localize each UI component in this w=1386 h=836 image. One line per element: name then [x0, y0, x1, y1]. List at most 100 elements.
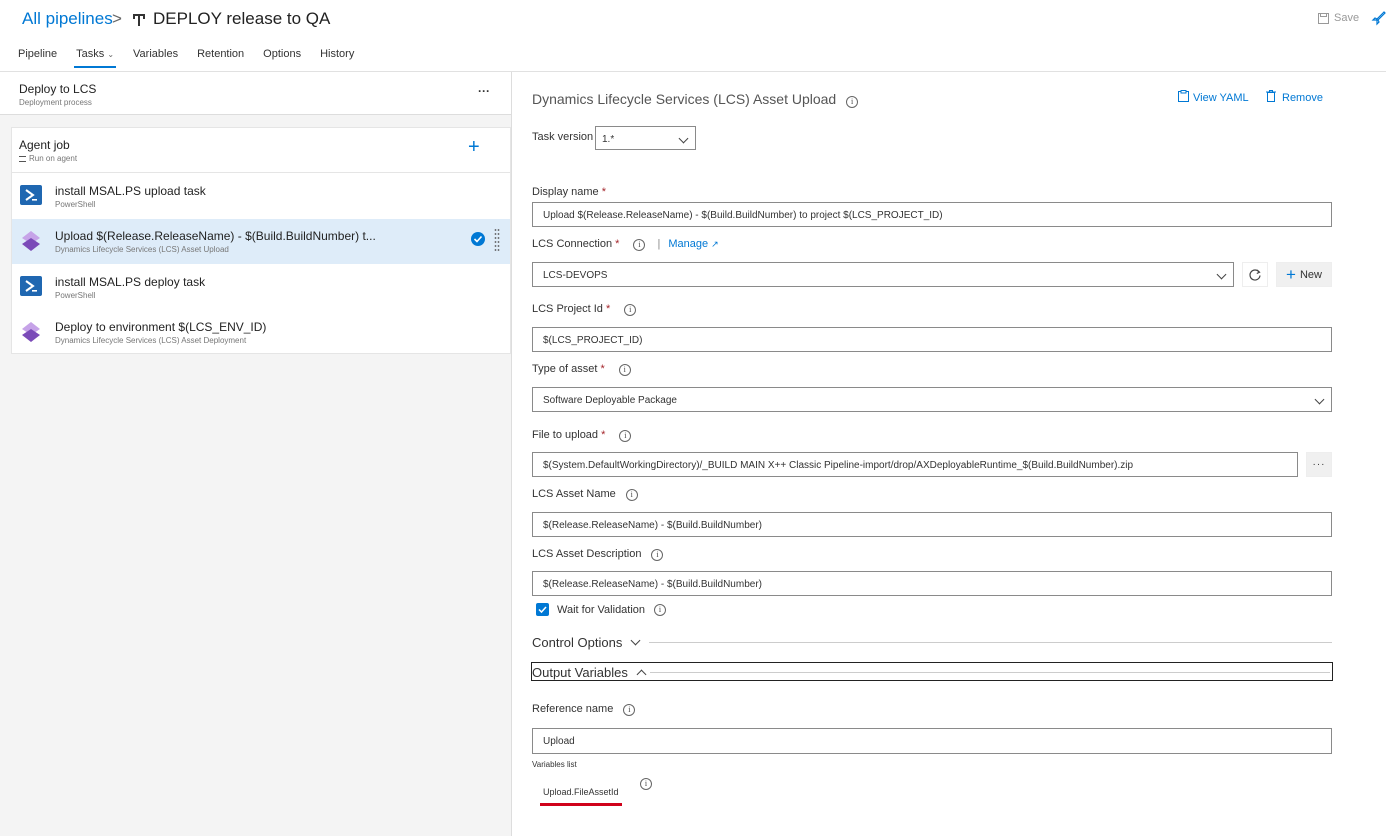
clipboard-icon [1178, 90, 1189, 102]
lcs-icon [22, 231, 40, 251]
agent-job-row[interactable]: Agent job Run on agent + [12, 128, 510, 173]
project-id-label-text: LCS Project Id [532, 303, 603, 315]
variable-item: Upload.FileAssetId [543, 787, 619, 797]
wait-validation-checkbox[interactable]: Wait for Validation i [536, 603, 667, 616]
agent-job-title: Agent job [19, 138, 70, 152]
info-icon[interactable]: i [618, 364, 631, 376]
breadcrumb-all-pipelines[interactable]: All pipelines [22, 9, 113, 29]
stage-title: Deploy to LCS [19, 82, 97, 96]
display-name-label: Display name * [532, 186, 606, 198]
check-circle-icon [471, 232, 485, 246]
view-yaml-label: View YAML [1193, 92, 1249, 104]
asset-name-input[interactable]: $(Release.ReleaseName) - $(Build.BuildNu… [532, 512, 1332, 537]
drag-handle-icon[interactable] [494, 228, 500, 252]
task-type: PowerShell [55, 200, 96, 209]
lcs-connection-select[interactable]: LCS-DEVOPS [532, 262, 1234, 287]
asset-type-label: Type of asset * i [532, 363, 631, 376]
task-version-value: 1.* [602, 134, 615, 145]
tab-history[interactable]: History [320, 48, 354, 68]
asset-name-label: LCS Asset Name i [532, 488, 638, 501]
save-button[interactable]: Save [1318, 12, 1359, 24]
asset-type-select[interactable]: Software Deployable Package [532, 387, 1332, 412]
reference-name-label: Reference name i [532, 703, 636, 716]
divider [649, 642, 1332, 643]
info-icon[interactable]: i [624, 304, 637, 316]
tab-bar: Pipeline Tasks ⌄ Variables Retention Opt… [18, 48, 373, 68]
browse-button[interactable]: ··· [1306, 452, 1332, 477]
control-options-label: Control Options [532, 635, 623, 650]
task-item[interactable]: install MSAL.PS deploy task PowerShell [12, 265, 510, 310]
chevron-down-icon [678, 133, 689, 144]
trash-icon [1266, 90, 1276, 102]
remove-button[interactable]: Remove [1266, 90, 1323, 104]
info-icon[interactable]: i [625, 489, 638, 501]
list-icon [19, 155, 26, 162]
output-variables-toggle[interactable]: Output Variables [531, 662, 1333, 681]
chevron-down-icon [1314, 394, 1325, 405]
tab-variables[interactable]: Variables [133, 48, 178, 68]
task-name: install MSAL.PS deploy task [55, 275, 206, 289]
stage-header[interactable]: Deploy to LCS Deployment process ··· [0, 72, 511, 115]
editor-title-text: Dynamics Lifecycle Services (LCS) Asset … [532, 91, 837, 107]
info-icon[interactable]: i [623, 704, 636, 716]
task-name: install MSAL.PS upload task [55, 184, 206, 198]
lcs-icon [22, 322, 40, 342]
asset-desc-label: LCS Asset Description i [532, 548, 664, 561]
divider [650, 672, 1330, 673]
info-icon[interactable]: i [619, 430, 632, 442]
project-id-label: LCS Project Id * i [532, 303, 637, 316]
rocket-icon[interactable] [1371, 11, 1386, 26]
refresh-icon [1249, 269, 1261, 281]
file-label-text: File to upload [532, 429, 599, 441]
more-icon: ··· [1312, 459, 1326, 470]
checkbox-icon [536, 603, 549, 616]
more-icon[interactable]: ··· [478, 84, 490, 98]
manage-link[interactable]: Manage [668, 238, 708, 250]
new-connection-button[interactable]: + New [1276, 262, 1332, 287]
control-options-toggle[interactable]: Control Options [532, 635, 641, 650]
chevron-right-icon: > [112, 9, 122, 28]
task-name: Upload $(Release.ReleaseName) - $(Build.… [55, 229, 376, 243]
plus-icon: + [1286, 264, 1296, 284]
lcs-connection-label-text: LCS Connection [532, 238, 613, 250]
task-version-select[interactable]: 1.* [595, 126, 696, 150]
lcs-connection-value: LCS-DEVOPS [543, 270, 608, 281]
task-type: Dynamics Lifecycle Services (LCS) Asset … [55, 245, 229, 254]
task-type: PowerShell [55, 291, 96, 300]
info-icon[interactable]: i [640, 778, 652, 790]
variables-list-label: Variables list [532, 760, 577, 769]
tab-pipeline[interactable]: Pipeline [18, 48, 57, 68]
info-icon[interactable]: i [846, 96, 859, 108]
pipeline-icon [133, 14, 145, 26]
task-item-selected[interactable]: Upload $(Release.ReleaseName) - $(Build.… [12, 219, 510, 264]
asset-desc-input[interactable]: $(Release.ReleaseName) - $(Build.BuildNu… [532, 571, 1332, 596]
tab-tasks[interactable]: Tasks ⌄ [74, 48, 116, 68]
task-item[interactable]: install MSAL.PS upload task PowerShell [12, 174, 510, 219]
tab-options[interactable]: Options [263, 48, 301, 68]
info-icon[interactable]: i [654, 603, 667, 616]
asset-name-label-text: LCS Asset Name [532, 488, 616, 500]
reference-name-input[interactable]: Upload [532, 728, 1332, 754]
plus-icon[interactable]: + [468, 136, 480, 159]
info-icon[interactable]: i [633, 239, 646, 251]
task-version-label: Task version [532, 131, 594, 143]
refresh-button[interactable] [1242, 262, 1268, 287]
view-yaml-button[interactable]: View YAML [1178, 90, 1249, 104]
task-list-pane: Deploy to LCS Deployment process ··· Age… [0, 72, 512, 836]
wait-validation-label: Wait for Validation [557, 603, 646, 616]
file-input[interactable]: $(System.DefaultWorkingDirectory)/_BUILD… [532, 452, 1298, 477]
agent-job-subtitle: Run on agent [19, 154, 77, 163]
output-variables-text: Output Variables [532, 665, 628, 680]
chevron-down-icon: ⌄ [107, 50, 115, 59]
file-label: File to upload * i [532, 429, 632, 442]
tab-retention[interactable]: Retention [197, 48, 244, 68]
powershell-icon [20, 276, 42, 296]
info-icon[interactable]: i [651, 549, 664, 561]
external-link-icon: ↗ [711, 239, 719, 249]
task-item[interactable]: Deploy to environment $(LCS_ENV_ID) Dyna… [12, 310, 510, 355]
editor-title: Dynamics Lifecycle Services (LCS) Asset … [532, 91, 859, 108]
display-name-label-text: Display name [532, 186, 599, 198]
project-id-input[interactable]: $(LCS_PROJECT_ID) [532, 327, 1332, 352]
display-name-input[interactable]: Upload $(Release.ReleaseName) - $(Build.… [532, 202, 1332, 227]
chevron-down-icon [1216, 269, 1227, 280]
